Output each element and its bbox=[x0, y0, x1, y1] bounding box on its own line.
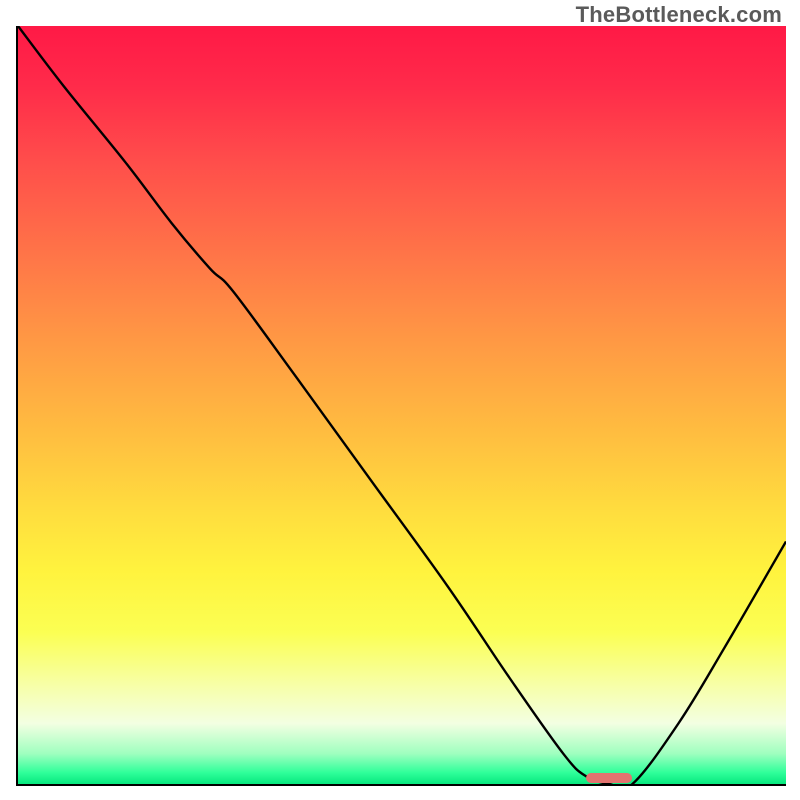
bottleneck-curve bbox=[18, 26, 786, 784]
plot-area bbox=[16, 26, 786, 786]
watermark-text: TheBottleneck.com bbox=[576, 2, 782, 28]
optimal-range-marker bbox=[586, 773, 632, 783]
curve-path bbox=[18, 26, 786, 784]
chart-frame: TheBottleneck.com bbox=[0, 0, 800, 800]
